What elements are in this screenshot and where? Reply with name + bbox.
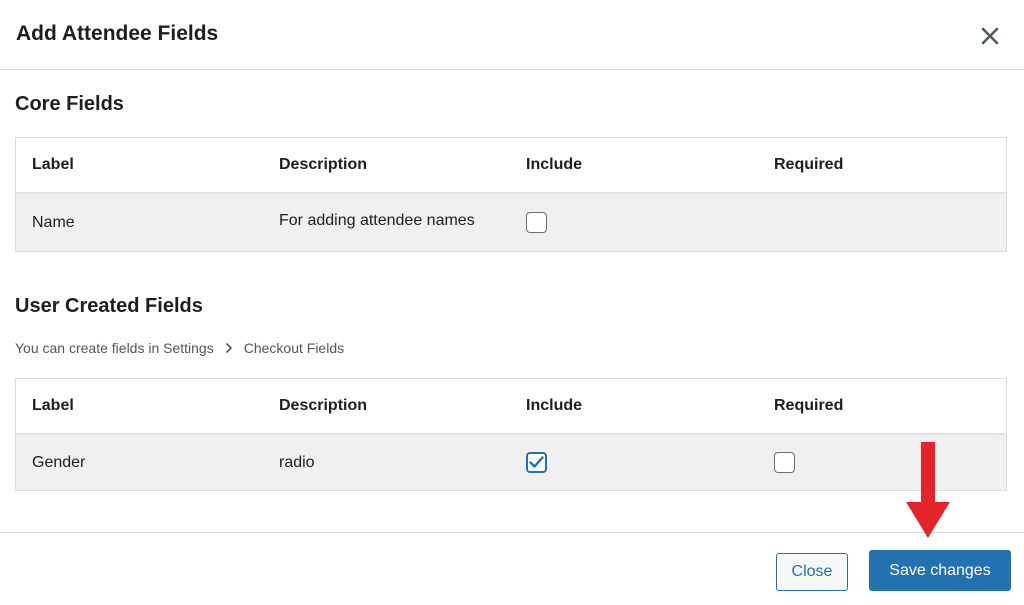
table-row: Gender radio	[16, 435, 1006, 490]
column-header-label: Label	[32, 397, 74, 414]
modal-header: Add Attendee Fields	[0, 0, 1024, 70]
table-row: Name For adding attendee names	[16, 194, 1006, 251]
core-fields-title: Core Fields	[15, 93, 124, 115]
column-header-include: Include	[526, 156, 583, 173]
column-header-required: Required	[774, 397, 844, 414]
column-header-description: Description	[279, 156, 368, 173]
row-label: Name	[32, 213, 75, 231]
required-cell	[758, 435, 1006, 490]
include-cell	[510, 435, 758, 490]
row-description: For adding attendee names	[279, 212, 475, 229]
table-header-row: Label Description Include Required	[16, 379, 1006, 435]
down-arrow-icon	[906, 442, 950, 538]
column-header-description: Description	[279, 397, 368, 414]
column-header-include: Include	[526, 397, 583, 414]
name-include-checkbox[interactable]	[526, 212, 547, 233]
user-fields-table: Label Description Include Required Gende…	[15, 378, 1007, 491]
checkmark-icon	[529, 456, 544, 468]
row-label: Gender	[32, 453, 86, 471]
gender-required-checkbox[interactable]	[774, 452, 795, 473]
breadcrumb-settings: You can create fields in Settings	[15, 340, 214, 356]
close-button[interactable]: Close	[776, 553, 848, 591]
include-cell	[510, 194, 758, 251]
row-description: radio	[279, 453, 315, 471]
core-fields-table: Label Description Include Required Name …	[15, 137, 1007, 252]
save-changes-button[interactable]: Save changes	[869, 550, 1011, 591]
gender-include-checkbox[interactable]	[526, 452, 547, 473]
required-cell	[758, 194, 1006, 251]
modal-title: Add Attendee Fields	[16, 22, 219, 45]
chevron-right-icon	[224, 342, 234, 354]
modal-footer: Close Save changes	[0, 532, 1024, 605]
column-header-required: Required	[774, 156, 844, 173]
add-attendee-fields-modal: Add Attendee Fields Core Fields Label De…	[0, 0, 1024, 605]
table-header-row: Label Description Include Required	[16, 138, 1006, 194]
breadcrumb: You can create fields in Settings Checko…	[15, 340, 344, 356]
user-fields-title: User Created Fields	[15, 295, 203, 317]
breadcrumb-checkout-fields: Checkout Fields	[243, 340, 345, 356]
close-icon[interactable]	[976, 22, 1004, 50]
column-header-label: Label	[32, 156, 74, 173]
